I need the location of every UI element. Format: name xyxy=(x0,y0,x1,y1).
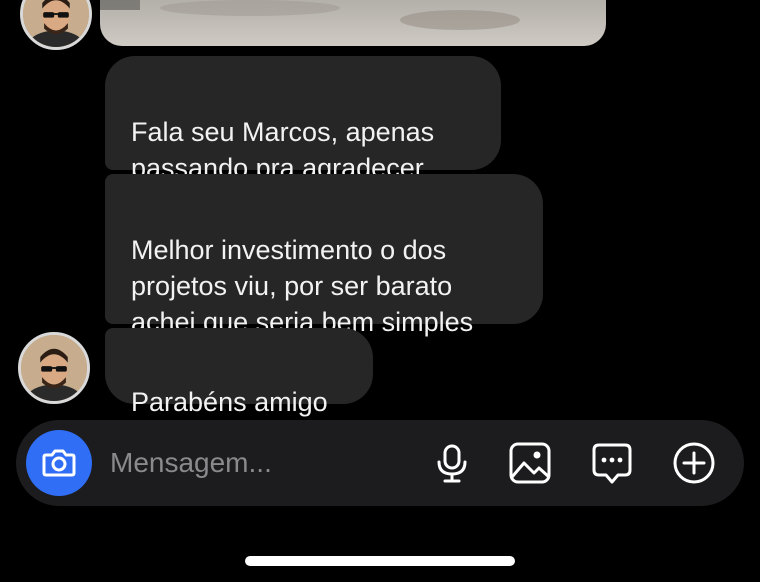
home-indicator[interactable] xyxy=(245,556,515,566)
message-input[interactable]: Mensagem... xyxy=(110,446,272,480)
sticker-icon xyxy=(592,443,632,484)
message-text: Parabéns amigo xyxy=(131,387,328,417)
sender-avatar[interactable] xyxy=(20,0,92,50)
plus-icon xyxy=(673,442,715,484)
photo-shadow xyxy=(100,0,140,10)
gallery-icon xyxy=(509,442,551,484)
avatar-image xyxy=(21,335,87,401)
photo-texture xyxy=(400,10,520,30)
avatar-image xyxy=(23,0,89,47)
camera-icon xyxy=(42,449,76,477)
voice-button[interactable] xyxy=(430,441,474,485)
sticker-button[interactable] xyxy=(590,441,634,485)
camera-button[interactable] xyxy=(26,430,92,496)
photo-message[interactable] xyxy=(100,0,606,46)
more-button[interactable] xyxy=(672,441,716,485)
message-text: Melhor investimento o dos projetos viu, … xyxy=(131,235,474,337)
message-bubble[interactable]: Fala seu Marcos, apenas passando pra agr… xyxy=(105,56,501,183)
gallery-button[interactable] xyxy=(508,441,552,485)
sender-avatar[interactable] xyxy=(18,332,90,404)
message-bubble[interactable]: Parabéns amigo xyxy=(105,328,373,417)
photo-texture xyxy=(160,0,340,16)
microphone-icon xyxy=(437,444,467,483)
message-bubble[interactable]: Melhor investimento o dos projetos viu, … xyxy=(105,174,543,337)
message-composer: Mensagem... xyxy=(16,420,744,506)
